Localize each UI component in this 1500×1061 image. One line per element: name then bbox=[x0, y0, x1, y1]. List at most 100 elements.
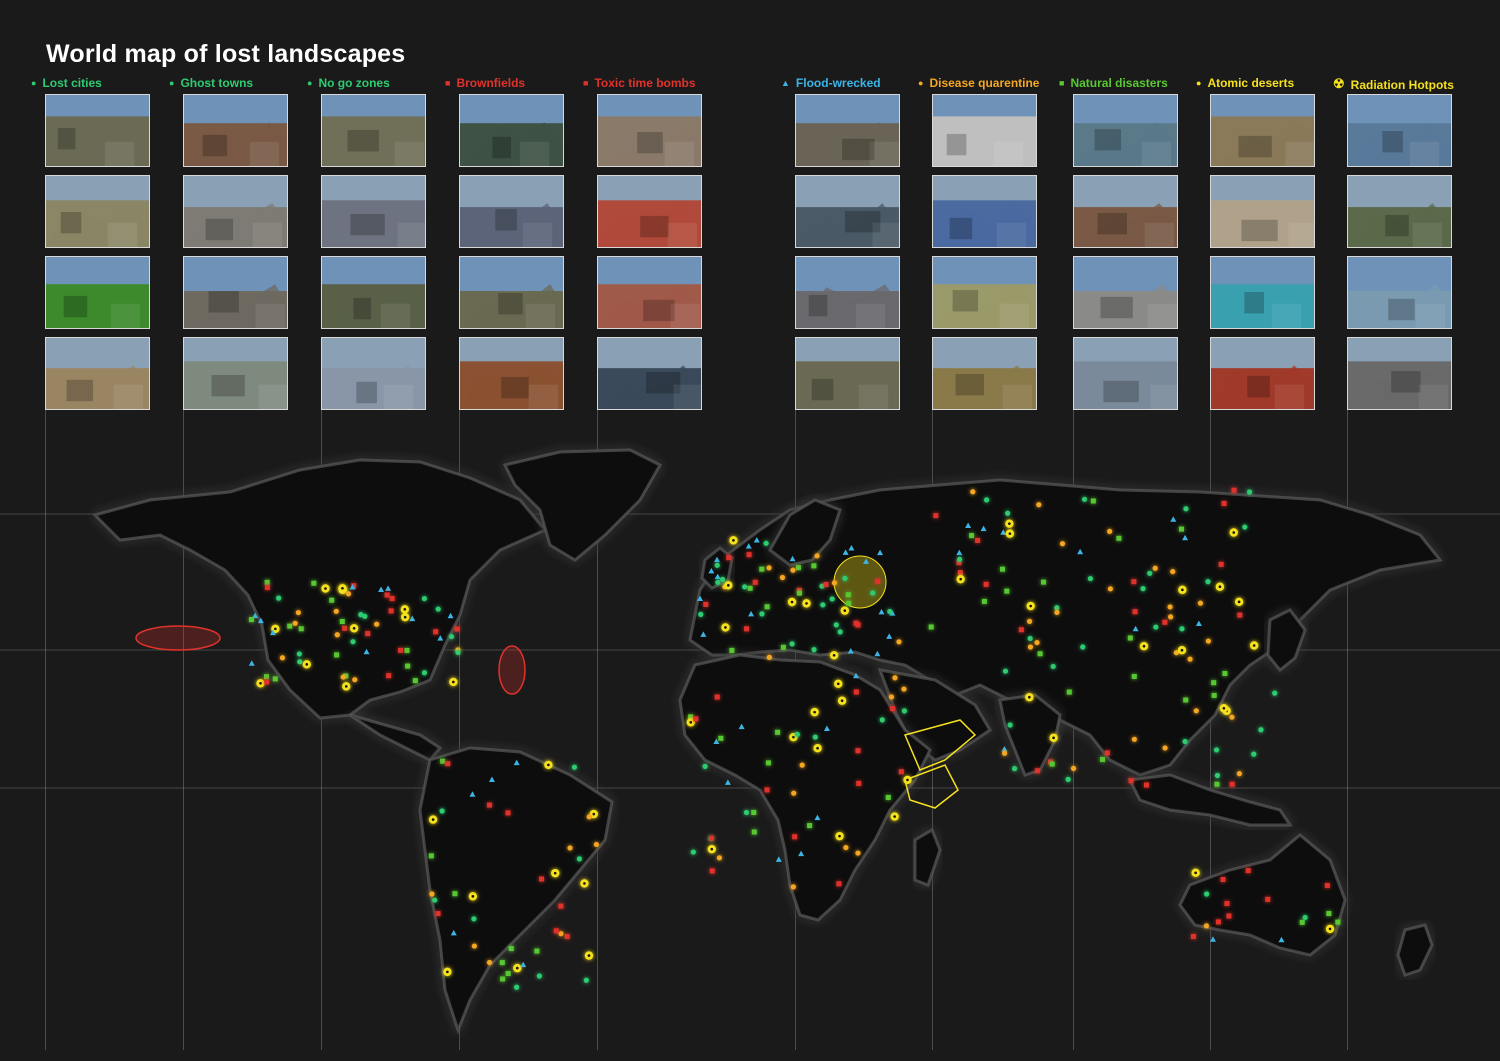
brownfield-marker bbox=[975, 537, 981, 543]
disease-marker bbox=[1027, 644, 1034, 650]
brownfield-marker bbox=[744, 626, 750, 632]
lost-city-marker bbox=[702, 763, 708, 769]
lost-city-marker bbox=[714, 562, 720, 568]
brownfield-marker bbox=[553, 928, 559, 934]
radiation-marker bbox=[550, 868, 560, 878]
legend-label: Lost cities bbox=[42, 76, 102, 90]
disease-marker bbox=[279, 655, 286, 661]
radiation-marker bbox=[584, 951, 594, 960]
disease-marker bbox=[1054, 609, 1060, 616]
natural-disaster-marker bbox=[334, 652, 340, 658]
radiation-marker bbox=[1215, 582, 1225, 591]
lost-city-marker bbox=[536, 973, 542, 979]
brownfield-marker bbox=[957, 570, 963, 576]
disease-marker bbox=[374, 621, 380, 627]
natural-disaster-marker bbox=[248, 617, 254, 623]
natural-disaster-marker bbox=[263, 674, 269, 680]
brownfield-marker bbox=[1034, 768, 1040, 774]
disease-marker bbox=[799, 762, 805, 768]
lost-city-marker bbox=[690, 849, 696, 855]
lost-city-marker bbox=[957, 556, 963, 562]
lost-city-marker bbox=[571, 764, 578, 770]
lost-city-marker bbox=[743, 809, 750, 816]
disease-marker bbox=[888, 694, 895, 700]
natural-disaster-marker bbox=[505, 970, 511, 976]
brownfield-marker bbox=[746, 552, 752, 558]
natural-disaster-marker bbox=[440, 758, 446, 764]
disease-marker bbox=[1070, 765, 1077, 772]
photo-thumbnail bbox=[321, 94, 426, 167]
natural-disaster-marker bbox=[339, 618, 345, 624]
disease-marker bbox=[471, 943, 477, 949]
legend-label: Toxic time bombs bbox=[594, 76, 696, 90]
brownfield-marker bbox=[714, 694, 720, 700]
disease-marker bbox=[558, 931, 564, 937]
brownfield-marker bbox=[1132, 609, 1138, 615]
photo-thumbnail bbox=[1347, 175, 1452, 248]
natural-disaster-marker bbox=[775, 729, 781, 735]
natural-disaster-marker bbox=[1326, 910, 1332, 916]
legend-item: ● Ghost towns bbox=[169, 76, 253, 90]
disease-marker bbox=[1152, 565, 1158, 571]
lost-city-marker bbox=[513, 984, 520, 990]
lost-city-marker bbox=[698, 611, 704, 617]
lost-city-marker bbox=[439, 808, 445, 814]
photo-thumbnail bbox=[45, 256, 150, 329]
disease-marker bbox=[1203, 923, 1210, 929]
natural-disaster-marker bbox=[969, 533, 975, 539]
natural-disaster-marker bbox=[272, 676, 278, 682]
square-icon: ■ bbox=[445, 78, 451, 88]
natural-disaster-marker bbox=[500, 976, 506, 982]
disease-marker bbox=[970, 489, 976, 495]
circle-icon: ● bbox=[169, 78, 175, 88]
natural-disaster-marker bbox=[405, 663, 411, 669]
photo-thumbnail bbox=[795, 337, 900, 410]
photo-thumbnail bbox=[1073, 175, 1178, 248]
legend-label: Natural disasters bbox=[1070, 76, 1168, 90]
photo-thumbnail bbox=[1347, 256, 1452, 329]
natural-disaster-marker bbox=[764, 604, 770, 610]
continent-southeast-asia bbox=[1127, 773, 1293, 827]
lost-city-marker bbox=[1005, 510, 1011, 516]
disease-marker bbox=[790, 567, 796, 573]
brownfield-marker bbox=[726, 555, 732, 561]
lost-city-marker bbox=[297, 659, 303, 665]
radiation-marker bbox=[721, 623, 730, 632]
brownfield-marker bbox=[1245, 868, 1251, 874]
lost-city-marker bbox=[455, 649, 461, 656]
world-map bbox=[0, 448, 1500, 1035]
radiation-marker bbox=[724, 581, 733, 590]
lost-city-marker bbox=[901, 708, 908, 714]
natural-disaster-marker bbox=[508, 946, 514, 952]
lost-city-marker bbox=[1081, 496, 1088, 502]
flood-marker bbox=[724, 779, 731, 785]
disease-marker bbox=[1059, 541, 1066, 547]
natural-disaster-marker bbox=[845, 592, 851, 598]
radiation-marker bbox=[813, 744, 822, 753]
disease-marker bbox=[352, 677, 358, 683]
natural-disaster-marker bbox=[1127, 635, 1133, 641]
lost-city-marker bbox=[1246, 489, 1253, 495]
lost-city-marker bbox=[358, 612, 364, 618]
legend-item: ☢ Radiation Hotpots bbox=[1333, 76, 1454, 92]
brownfield-marker bbox=[264, 585, 270, 591]
natural-disaster-marker bbox=[329, 597, 335, 603]
brownfield-marker bbox=[435, 911, 441, 917]
disease-marker bbox=[1167, 604, 1173, 610]
natural-disaster-marker bbox=[404, 647, 410, 653]
legend-item: ■ Natural disasters bbox=[1059, 76, 1168, 90]
lost-city-marker bbox=[1213, 747, 1220, 753]
photo-thumbnail bbox=[597, 337, 702, 410]
disease-marker bbox=[901, 686, 907, 692]
natural-disaster-marker bbox=[751, 829, 757, 835]
disease-marker bbox=[1197, 600, 1204, 606]
lost-city-marker bbox=[583, 977, 589, 983]
disease-marker bbox=[333, 608, 339, 614]
lost-city-marker bbox=[820, 602, 826, 608]
legend-item: ● Lost cities bbox=[31, 76, 102, 90]
radiation-marker bbox=[1229, 528, 1238, 537]
radiation-marker bbox=[302, 660, 311, 669]
lost-city-marker bbox=[794, 731, 800, 737]
circle-icon: ● bbox=[1196, 78, 1202, 88]
brownfield-marker bbox=[693, 716, 699, 722]
